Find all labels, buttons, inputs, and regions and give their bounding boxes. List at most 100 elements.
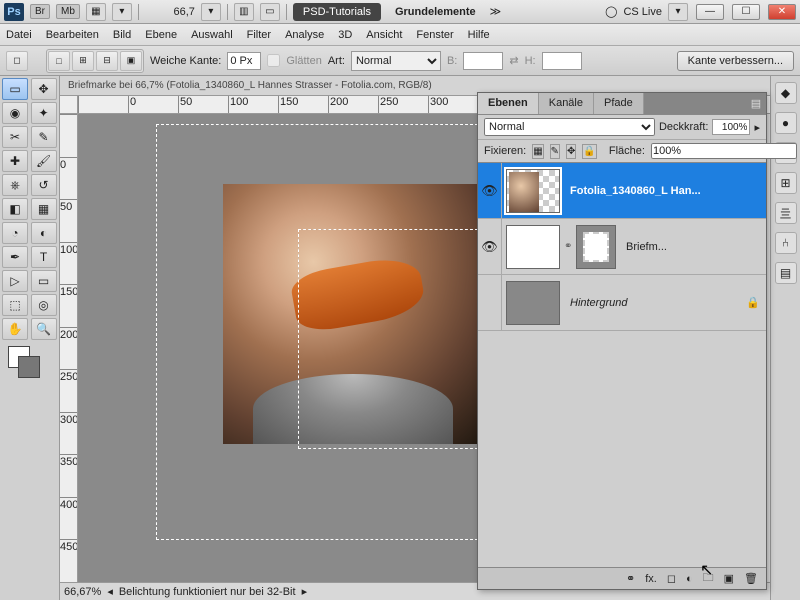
color-panel-icon[interactable]: ◆ xyxy=(775,82,797,104)
visibility-toggle[interactable]: 👁 xyxy=(478,163,502,218)
menu-auswahl[interactable]: Auswahl xyxy=(191,29,233,41)
layer-row[interactable]: 👁 Fotolia_1340860_L Han... xyxy=(478,163,766,219)
gradient-tool[interactable]: ▦ xyxy=(31,198,57,220)
new-layer-icon[interactable]: ▣ xyxy=(724,572,734,585)
masks-panel-icon[interactable]: 亖 xyxy=(775,202,797,224)
layer-name[interactable]: Fotolia_1340860_L Han... xyxy=(564,185,766,197)
layer-mask-icon[interactable]: ◻ xyxy=(667,572,676,585)
layer-thumbnail[interactable] xyxy=(506,225,560,269)
3d-tool[interactable]: ⬚ xyxy=(2,294,28,316)
menu-hilfe[interactable]: Hilfe xyxy=(468,29,490,41)
refine-edge-button[interactable]: Kante verbessern... xyxy=(677,51,794,71)
visibility-toggle[interactable] xyxy=(478,275,502,330)
selection-intersect-icon[interactable]: ▣ xyxy=(120,51,142,71)
brush-tool[interactable]: 🖌 xyxy=(31,150,57,172)
lock-position-icon[interactable]: ✥ xyxy=(566,144,576,159)
window-minimize-button[interactable]: — xyxy=(696,4,724,20)
bridge-chip[interactable]: Br xyxy=(30,4,50,19)
paths-panel-icon[interactable]: ▤ xyxy=(775,262,797,284)
menu-ansicht[interactable]: Ansicht xyxy=(366,29,402,41)
status-prev-icon[interactable]: ◂ xyxy=(107,585,113,598)
window-maximize-button[interactable]: ☐ xyxy=(732,4,760,20)
crop-tool[interactable]: ✂ xyxy=(2,126,28,148)
workspace-tab-grund[interactable]: Grundelemente xyxy=(387,3,484,21)
lock-all-icon[interactable]: 🔒 xyxy=(582,144,596,159)
path-select-tool[interactable]: ▷ xyxy=(2,270,28,292)
ruler-origin[interactable] xyxy=(60,96,78,114)
3d-camera-tool[interactable]: ◎ xyxy=(31,294,57,316)
link-icon[interactable]: ⚭ xyxy=(564,241,576,252)
menu-fenster[interactable]: Fenster xyxy=(416,29,453,41)
layer-group-icon[interactable]: 🗀 xyxy=(703,569,714,588)
layer-row[interactable]: Hintergrund 🔒 xyxy=(478,275,766,331)
background-color[interactable] xyxy=(18,356,40,378)
lasso-tool[interactable]: ◉ xyxy=(2,102,28,124)
layer-name[interactable]: Hintergrund xyxy=(564,297,746,309)
layer-thumbnail[interactable] xyxy=(506,169,560,213)
menu-filter[interactable]: Filter xyxy=(247,29,271,41)
dropdown-icon[interactable]: ▾ xyxy=(112,3,132,21)
window-close-button[interactable]: ✕ xyxy=(768,4,796,20)
layer-fx-icon[interactable]: fx. xyxy=(645,573,657,585)
lock-pixels-icon[interactable]: ✎ xyxy=(550,144,560,159)
minibridge-chip[interactable]: Mb xyxy=(56,4,80,19)
pen-tool[interactable]: ✒ xyxy=(2,246,28,268)
type-tool[interactable]: T xyxy=(31,246,57,268)
healing-tool[interactable]: ✚ xyxy=(2,150,28,172)
screen-mode-icon[interactable]: ▭ xyxy=(260,3,280,21)
zoom-status[interactable]: 66,67% xyxy=(64,586,101,598)
layer-mask-thumbnail[interactable] xyxy=(576,225,616,269)
layer-thumbnail[interactable] xyxy=(506,281,560,325)
cslive-dropdown-icon[interactable]: ▾ xyxy=(668,3,688,21)
blend-mode-select[interactable]: Normal xyxy=(484,118,655,136)
selection-new-icon[interactable]: □ xyxy=(48,51,70,71)
ruler-vertical[interactable]: 050100150200250300350400450 xyxy=(60,114,78,582)
layer-name[interactable]: Briefm... xyxy=(620,241,766,253)
style-select[interactable]: Normal xyxy=(351,51,441,71)
menu-analyse[interactable]: Analyse xyxy=(285,29,324,41)
channels-panel-icon[interactable]: ⑃ xyxy=(775,232,797,254)
adjustment-layer-icon[interactable]: ◐ xyxy=(686,573,693,585)
tab-ebenen[interactable]: Ebenen xyxy=(478,93,539,114)
eraser-tool[interactable]: ◧ xyxy=(2,198,28,220)
feather-input[interactable] xyxy=(227,52,261,70)
workspace-more-icon[interactable]: ≫ xyxy=(490,5,502,18)
menu-ebene[interactable]: Ebene xyxy=(145,29,177,41)
menu-bild[interactable]: Bild xyxy=(113,29,131,41)
menu-bearbeiten[interactable]: Bearbeiten xyxy=(46,29,99,41)
delete-layer-icon[interactable]: 🗑 xyxy=(744,572,758,585)
zoom-dropdown-icon[interactable]: ▾ xyxy=(201,3,221,21)
view-grid-icon[interactable]: ▦ xyxy=(86,3,106,21)
history-brush-tool[interactable]: ↺ xyxy=(31,174,57,196)
marquee-tool[interactable]: ▭ xyxy=(2,78,28,100)
status-next-icon[interactable]: ▸ xyxy=(302,585,308,598)
tab-kanaele[interactable]: Kanäle xyxy=(539,93,594,114)
tab-pfade[interactable]: Pfade xyxy=(594,93,644,114)
cslive-label[interactable]: CS Live xyxy=(623,6,662,18)
visibility-toggle[interactable]: 👁 xyxy=(478,219,502,274)
lock-transparency-icon[interactable]: ▦ xyxy=(532,144,543,159)
cslive-icon[interactable]: ◯ xyxy=(605,5,617,18)
shape-tool[interactable]: ▭ xyxy=(31,270,57,292)
panel-menu-icon[interactable]: ▤ xyxy=(746,93,766,114)
selection-add-icon[interactable]: ⊞ xyxy=(72,51,94,71)
eyedropper-tool[interactable]: ✎ xyxy=(31,126,57,148)
blur-tool[interactable]: ◔ xyxy=(2,222,28,244)
arrange-icon[interactable]: ▥ xyxy=(234,3,254,21)
layer-row[interactable]: 👁 ⚭ Briefm... xyxy=(478,219,766,275)
swatches-panel-icon[interactable]: ● xyxy=(775,112,797,134)
color-swatches[interactable] xyxy=(2,346,57,380)
adjustments-panel-icon[interactable]: ⊞ xyxy=(775,172,797,194)
fill-input[interactable] xyxy=(651,143,797,159)
workspace-tab-psd[interactable]: PSD-Tutorials xyxy=(293,3,381,21)
selection-subtract-icon[interactable]: ⊟ xyxy=(96,51,118,71)
menu-3d[interactable]: 3D xyxy=(338,29,352,41)
tool-preset-icon[interactable]: ◻ xyxy=(6,51,28,71)
stamp-tool[interactable]: ⎈ xyxy=(2,174,28,196)
link-layers-icon[interactable]: ⚭ xyxy=(626,572,635,585)
menu-datei[interactable]: Datei xyxy=(6,29,32,41)
hand-tool[interactable]: ✋ xyxy=(2,318,28,340)
opacity-input[interactable] xyxy=(712,119,750,135)
magic-wand-tool[interactable]: ✦ xyxy=(31,102,57,124)
opacity-flyout-icon[interactable]: ▸ xyxy=(754,121,760,134)
